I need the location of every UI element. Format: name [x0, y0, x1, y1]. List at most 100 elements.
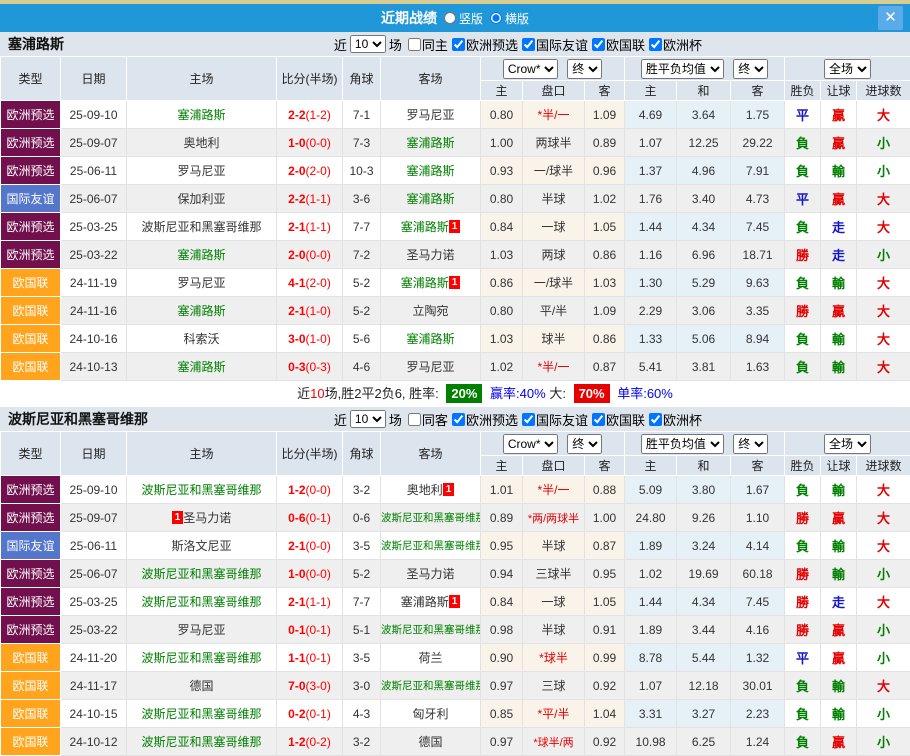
same-venue-checkbox[interactable]	[408, 38, 421, 51]
same-venue-checkbox[interactable]	[408, 413, 421, 426]
halftime-score: (0-0)	[306, 248, 331, 262]
halftime-score: (1-0)	[306, 304, 331, 318]
filter-nations-league-checkbox[interactable]	[592, 413, 605, 426]
match-date: 24-10-12	[61, 728, 127, 756]
col-avg-draw: 和	[677, 81, 731, 101]
avg-away-odds: 7.45	[731, 588, 785, 616]
avg-type-select[interactable]: 胜平负均值	[641, 434, 724, 454]
bookmaker-select[interactable]: Crow*	[503, 434, 558, 454]
avg-draw-odds: 3.06	[677, 297, 731, 325]
crow-away-odds: 1.04	[585, 700, 625, 728]
match-row: 欧洲预选25-03-22罗马尼亚0-1(0-1)5-1波斯尼亚和黑塞哥维那0.9…	[1, 616, 910, 644]
bookmaker-select[interactable]: Crow*	[503, 59, 558, 79]
scope-select[interactable]: 全场	[824, 59, 871, 79]
handicap-line: 两球	[523, 241, 585, 269]
away-team: 波斯尼亚和黑塞哥维那	[381, 504, 481, 532]
odds-time-select[interactable]: 终	[567, 59, 602, 79]
away-team: 塞浦路斯	[381, 157, 481, 185]
recent-count-select[interactable]: 10	[350, 410, 386, 428]
filter-friendly[interactable]: 国际友谊	[518, 35, 588, 54]
away-team: 塞浦路斯1	[381, 213, 481, 241]
avg-draw-odds: 12.18	[677, 672, 731, 700]
result-handicap: 輸	[821, 325, 857, 353]
col-result: 胜负	[785, 456, 821, 476]
recent-count-select[interactable]: 10	[350, 35, 386, 53]
match-row: 国际友谊25-06-11斯洛文尼亚2-1(0-0)3-5波斯尼亚和黑塞哥维那0.…	[1, 532, 910, 560]
col-away: 客场	[381, 432, 481, 476]
avg-type-select[interactable]: 胜平负均值	[641, 59, 724, 79]
big-rate-badge: 70%	[574, 384, 610, 403]
fulltime-score: 2-2	[288, 108, 305, 122]
fulltime-score: 2-1	[288, 220, 305, 234]
filter-euro-qualifier-checkbox[interactable]	[452, 413, 465, 426]
close-button[interactable]: ✕	[878, 6, 903, 30]
home-team: 德国	[127, 672, 277, 700]
fulltime-score: 0-2	[288, 707, 305, 721]
avg-home-odds: 1.44	[625, 588, 677, 616]
col-type: 类型	[1, 432, 61, 476]
filter-euro-cup[interactable]: 欧洲杯	[645, 35, 702, 54]
crow-away-odds: 0.87	[585, 353, 625, 381]
filter-euro-qualifier[interactable]: 欧洲预选	[448, 410, 518, 429]
halftime-score: (1-1)	[306, 595, 331, 609]
away-team: 罗马尼亚	[381, 353, 481, 381]
odds-select-group: Crow* 终	[481, 57, 625, 81]
avg-home-odds: 2.29	[625, 297, 677, 325]
horizontal-radio-input[interactable]	[490, 12, 502, 24]
same-venue-option[interactable]: 同客	[402, 410, 448, 429]
odds-time-select[interactable]: 终	[567, 434, 602, 454]
dialog-title: 近期战绩	[381, 8, 437, 28]
vertical-radio-input[interactable]	[444, 12, 456, 24]
layout-vertical-option[interactable]: 竖版	[444, 10, 483, 27]
crow-home-odds: 0.93	[481, 157, 523, 185]
filter-label: 国际友谊	[536, 410, 588, 429]
filter-euro-cup-checkbox[interactable]	[649, 413, 662, 426]
filter-nations-league-checkbox[interactable]	[592, 38, 605, 51]
recent-record-dialog: 近期战绩 竖版 横版 ✕ 塞浦路斯 近 10 场 同主 欧洲预选	[0, 0, 910, 756]
scope-select[interactable]: 全场	[824, 434, 871, 454]
avg-away-odds: 18.71	[731, 241, 785, 269]
filter-friendly-checkbox[interactable]	[522, 413, 535, 426]
avg-away-odds: 1.32	[731, 644, 785, 672]
crow-away-odds: 1.02	[585, 185, 625, 213]
filter-nations-league[interactable]: 欧国联	[588, 35, 645, 54]
result-goals: 大	[857, 504, 910, 532]
match-date: 25-03-25	[61, 213, 127, 241]
same-venue-option[interactable]: 同主	[402, 35, 448, 54]
match-row: 欧洲预选25-03-25波斯尼亚和黑塞哥维那2-1(1-1)7-7塞浦路斯10.…	[1, 588, 910, 616]
match-score: 2-0(0-0)	[277, 241, 343, 269]
fulltime-score: 1-0	[288, 136, 305, 150]
match-score: 1-2(0-2)	[277, 728, 343, 756]
filter-euro-qualifier-checkbox[interactable]	[452, 38, 465, 51]
filter-euro-qualifier[interactable]: 欧洲预选	[448, 35, 518, 54]
filter-euro-cup[interactable]: 欧洲杯	[645, 410, 702, 429]
crow-home-odds: 1.00	[481, 129, 523, 157]
filter-friendly-checkbox[interactable]	[522, 38, 535, 51]
layout-horizontal-option[interactable]: 横版	[490, 10, 529, 27]
result-handicap: 輸	[821, 672, 857, 700]
corner-score: 5-2	[343, 560, 381, 588]
filter-friendly[interactable]: 国际友谊	[518, 410, 588, 429]
avg-time-select[interactable]: 终	[733, 434, 768, 454]
team-name: 罗马尼亚	[177, 164, 225, 178]
result-handicap: 贏	[821, 728, 857, 756]
result-goals: 大	[857, 101, 910, 129]
filter-nations-league[interactable]: 欧国联	[588, 410, 645, 429]
result-goals: 大	[857, 213, 910, 241]
result-handicap: 輸	[821, 560, 857, 588]
competition-badge: 欧洲预选	[1, 129, 61, 157]
team-name: 罗马尼亚	[406, 360, 454, 374]
result-wdl: 負	[785, 325, 821, 353]
match-row: 欧洲预选25-09-071圣马力诺0-6(0-1)0-6波斯尼亚和黑塞哥维那0.…	[1, 504, 910, 532]
match-row: 欧洲预选25-06-07波斯尼亚和黑塞哥维那1-0(0-0)5-2圣马力诺0.9…	[1, 560, 910, 588]
avg-time-select[interactable]: 终	[733, 59, 768, 79]
result-goals: 小	[857, 129, 910, 157]
avg-home-odds: 4.69	[625, 101, 677, 129]
team-name: 波斯尼亚和黑塞哥维那	[141, 735, 261, 749]
avg-draw-odds: 5.29	[677, 269, 731, 297]
team-name: 罗马尼亚	[177, 623, 225, 637]
result-wdl: 負	[785, 700, 821, 728]
filter-euro-cup-checkbox[interactable]	[649, 38, 662, 51]
team-name: 圣马力诺	[406, 567, 454, 581]
team-name: 塞浦路斯	[406, 332, 454, 346]
